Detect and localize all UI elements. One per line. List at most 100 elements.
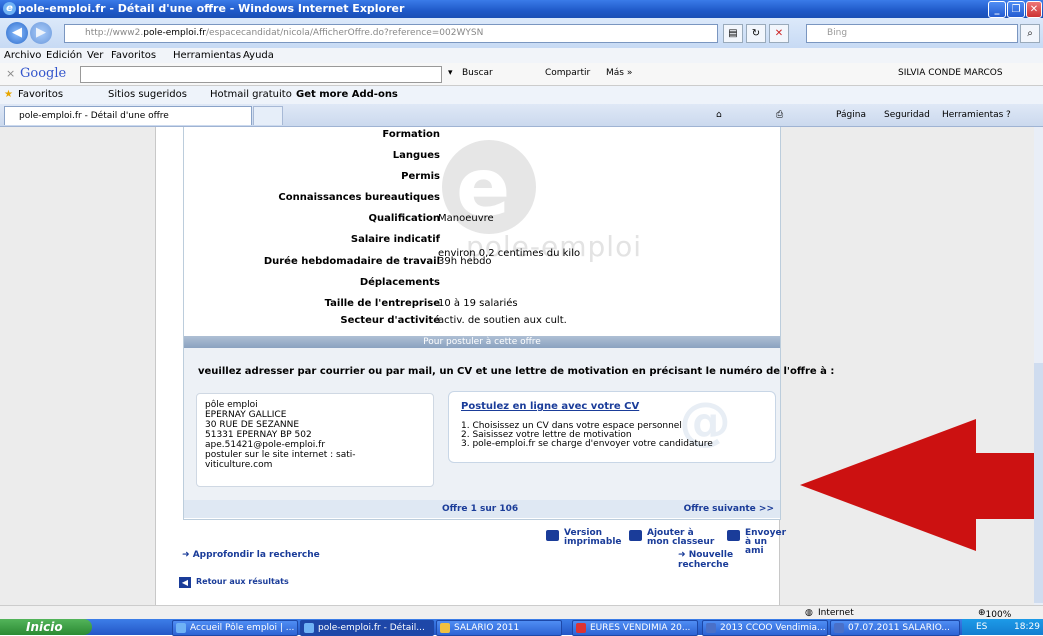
vertical-scrollbar[interactable] — [1034, 127, 1043, 605]
contact-email[interactable]: ape.51421@pole-emploi.fr — [205, 440, 325, 450]
home-icon[interactable]: ⌂ — [716, 110, 722, 120]
retour-link[interactable]: Retour aux résultats — [196, 577, 289, 586]
tab-pole-emploi[interactable]: pole-emploi.fr - Détail d'une offre — [4, 106, 252, 125]
online-step: 3. pole-emploi.fr se charge d'envoyer vo… — [461, 439, 713, 449]
search-input[interactable]: Bing — [806, 24, 1018, 43]
offer-count: Offre 1 sur 106 — [442, 504, 519, 514]
google-toolbar: × Google ▾ Buscar Compartir Más » SILVIA… — [0, 63, 1043, 86]
back-button[interactable]: ◀ — [6, 22, 28, 44]
online-apply-link[interactable]: Postulez en ligne avec votre CV — [461, 401, 639, 412]
next-offer-link[interactable]: Offre suivante >> — [684, 504, 774, 514]
menu-edicion[interactable]: Edición — [46, 50, 82, 61]
nouvelle-recherche-link[interactable]: ➜ Nouvelle recherche — [678, 550, 779, 570]
field-label-secteur: Secteur d'activité — [340, 315, 440, 326]
add-ons-link[interactable]: Get more Add-ons — [296, 89, 398, 100]
field-label-permis: Permis — [401, 171, 440, 182]
print-version-button[interactable]: Version imprimable — [546, 529, 622, 547]
ie-icon — [176, 623, 186, 633]
online-apply-card: @ Postulez en ligne avec votre CV 1. Cho… — [448, 391, 776, 463]
arrow-shape — [800, 419, 1034, 551]
page-viewport: e pole-emploi Formation Langues Permis C… — [0, 127, 1043, 605]
field-value-taille: 10 à 19 salariés — [438, 298, 518, 309]
forward-button[interactable]: ▶ — [30, 22, 52, 44]
menu-favoritos[interactable]: Favoritos — [111, 50, 156, 61]
ie-icon — [304, 623, 314, 633]
address-toolbar: ◀ ▶ http://www2.pole-emploi.fr/espacecan… — [0, 18, 1043, 48]
new-tab-button[interactable] — [253, 106, 283, 125]
hotmail-link[interactable]: Hotmail gratuito — [210, 89, 292, 100]
word-icon — [706, 623, 716, 633]
menu-archivo[interactable]: Archivo — [4, 50, 41, 61]
taskbar-button[interactable]: 07.07.2011 SALARIO... — [830, 620, 960, 636]
close-button[interactable]: ✕ — [1026, 1, 1042, 18]
buscar-button[interactable]: Buscar — [462, 68, 493, 78]
close-toolbar-icon[interactable]: × — [6, 67, 15, 80]
apply-section-header: Pour postuler à cette offre — [184, 336, 780, 348]
taskbar-button[interactable]: 2013 CCOO Vendimia... — [702, 620, 828, 636]
menu-ver[interactable]: Ver — [87, 50, 103, 61]
zoom-button[interactable]: ⊕ 100% — [978, 608, 1011, 620]
field-label-connaissances: Connaissances bureautiques — [278, 192, 440, 203]
back-arrow-icon[interactable]: ◀ — [179, 577, 191, 588]
globe-icon: ◍ — [805, 608, 813, 618]
offer-pager: Offre 1 sur 106 Offre suivante >> — [184, 500, 780, 518]
taskbar-button[interactable]: EURES VENDIMIA 20... — [572, 620, 698, 636]
window-title: pole-emploi.fr - Détail d'une offre - Wi… — [18, 2, 405, 15]
maximize-button[interactable]: ❐ — [1007, 1, 1025, 18]
field-label-formation: Formation — [382, 129, 440, 140]
field-label-deplacements: Déplacements — [359, 277, 440, 288]
zone-label: Internet — [818, 608, 854, 618]
google-logo: Google — [20, 66, 67, 81]
clock: 18:29 — [1014, 622, 1040, 632]
window-title-bar: e pole-emploi.fr - Détail d'une offre - … — [0, 0, 1043, 18]
compartir-button[interactable]: Compartir — [545, 68, 590, 78]
offer-card: e pole-emploi Formation Langues Permis C… — [183, 127, 834, 520]
mas-button[interactable]: Más » — [606, 68, 632, 78]
folder-icon — [440, 623, 450, 633]
sitios-sugeridos-link[interactable]: Sitios sugeridos — [108, 89, 187, 100]
pagina-menu[interactable]: Página — [836, 110, 866, 120]
google-dropdown-icon[interactable]: ▾ — [448, 68, 453, 78]
favoritos-button[interactable]: Favoritos — [18, 89, 63, 100]
menu-ayuda[interactable]: Ayuda — [243, 50, 274, 61]
help-icon[interactable]: ? — [1006, 110, 1011, 120]
folder-icon — [629, 530, 642, 541]
taskbar: Inicio Accueil Pôle emploi | ... pole-em… — [0, 619, 1043, 636]
herramientas-menu[interactable]: Herramientas — [942, 110, 1003, 120]
apply-intro: veuillez adresser par courrier ou par ma… — [198, 366, 835, 377]
menu-bar: Archivo Edición Ver Favoritos Herramient… — [0, 48, 1043, 63]
seguridad-menu[interactable]: Seguridad — [884, 110, 930, 120]
postal-address-card: pôle emploi EPERNAY GALLICE 30 RUE DE SE… — [196, 393, 434, 487]
pdf-icon — [576, 623, 586, 633]
stop-button[interactable]: ✕ — [769, 24, 789, 43]
send-icon — [727, 530, 740, 541]
address-line: 30 RUE DE SEZANNE — [205, 420, 300, 430]
google-user-button[interactable]: SILVIA CONDE MARCOS — [898, 68, 1003, 78]
field-label-duree: Durée hebdomadaire de travail — [263, 256, 440, 267]
compatibility-view-button[interactable]: ▤ — [723, 24, 743, 43]
taskbar-button[interactable]: SALARIO 2011 — [436, 620, 562, 636]
apply-section: veuillez adresser par courrier ou par ma… — [184, 348, 834, 500]
menu-herramientas[interactable]: Herramientas — [173, 50, 241, 61]
favorites-bar: ★ Favoritos Sitios sugeridos Hotmail gra… — [0, 86, 1043, 104]
refresh-button[interactable]: ↻ — [746, 24, 766, 43]
google-search-input[interactable] — [80, 66, 442, 83]
search-icon[interactable]: ⌕ — [1020, 24, 1040, 43]
scroll-thumb[interactable] — [1034, 363, 1043, 603]
field-label-qualification: Qualification — [368, 213, 440, 224]
status-bar: ◍ Internet ⊕ 100% — [0, 605, 1043, 620]
address-input[interactable]: http://www2.pole-emploi.fr/espacecandida… — [64, 24, 718, 43]
field-label-langues: Langues — [392, 150, 440, 161]
content-column: e pole-emploi Formation Langues Permis C… — [155, 127, 834, 605]
address-line: EPERNAY GALLICE — [205, 410, 287, 420]
favorites-star-icon: ★ — [4, 89, 13, 100]
taskbar-button[interactable]: Accueil Pôle emploi | ... — [172, 620, 298, 636]
language-indicator[interactable]: ES — [976, 622, 987, 632]
approfondir-link[interactable]: ➜ Approfondir la recherche — [182, 550, 320, 560]
ie-logo-icon: e — [3, 2, 16, 15]
start-button[interactable]: Inicio — [0, 619, 92, 635]
minimize-button[interactable]: _ — [988, 1, 1006, 18]
print-icon[interactable]: ⎙ — [776, 110, 783, 120]
taskbar-button[interactable]: pole-emploi.fr - Détail... — [300, 620, 434, 636]
add-to-classeur-button[interactable]: Ajouter à mon classeur — [629, 529, 714, 547]
